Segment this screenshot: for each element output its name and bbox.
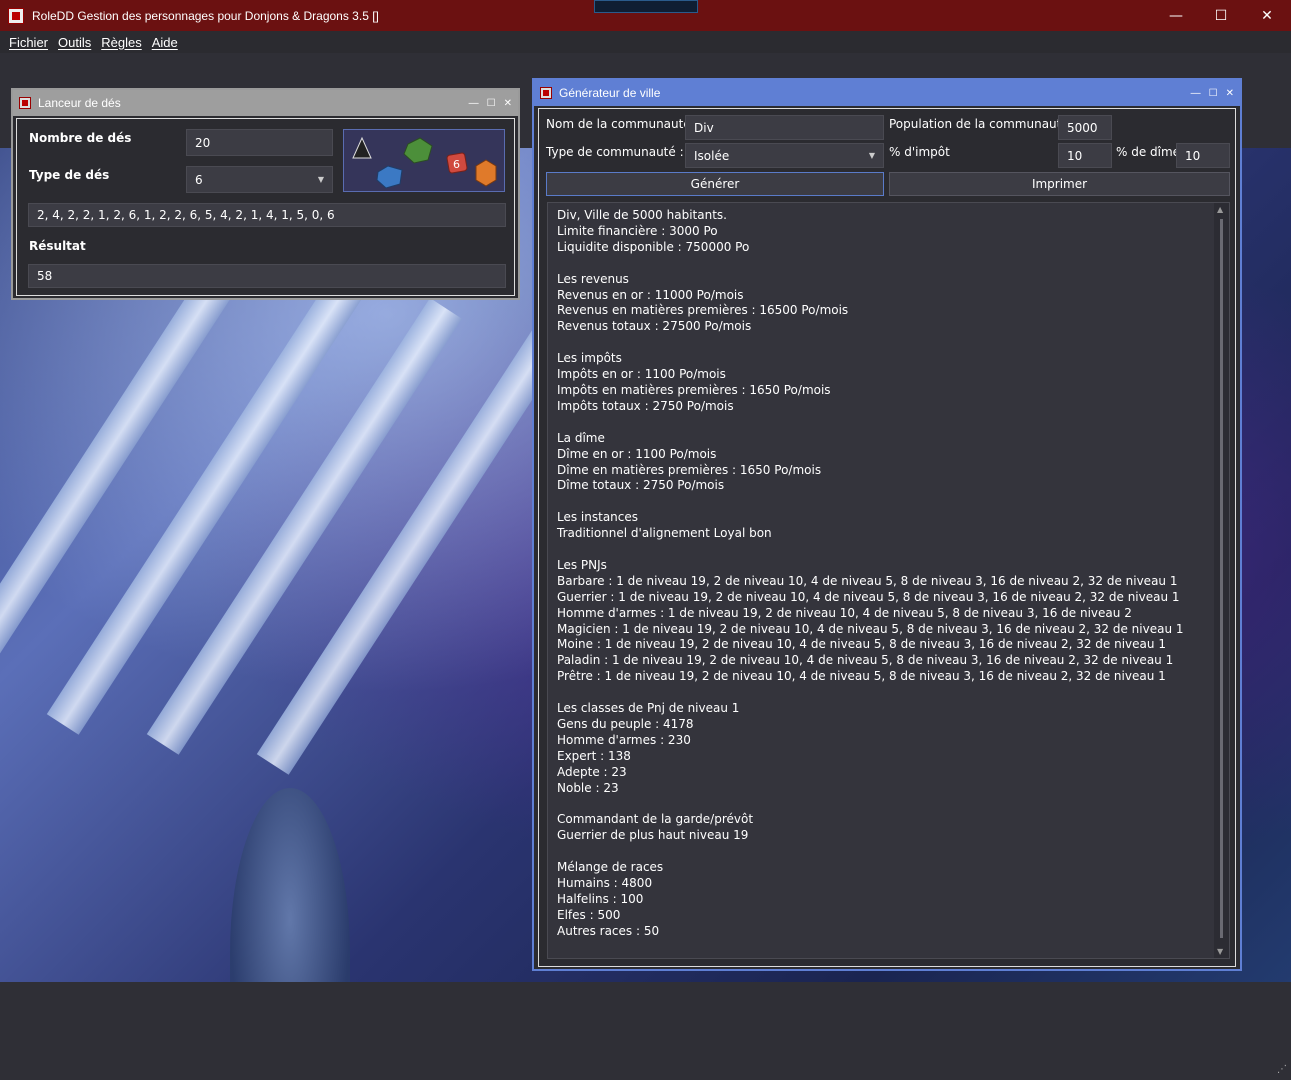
dice-maximize-button[interactable]: ☐ [487, 98, 496, 109]
app-title: RoleDD Gestion des personnages pour Donj… [32, 8, 379, 23]
town-window-titlebar: Générateur de ville — ☐ ✕ [534, 80, 1240, 106]
community-type-label: Type de communauté : [546, 145, 684, 159]
d6-red-number: 6 [453, 158, 460, 171]
dice-window-titlebar: Lanceur de dés — ☐ ✕ [13, 90, 518, 116]
d10-green-icon [403, 137, 433, 164]
dice-count-label: Nombre de dés [29, 131, 132, 145]
menu-aide[interactable]: Aide [147, 35, 183, 50]
community-name-label: Nom de la communauté : [546, 117, 699, 131]
print-button[interactable]: Imprimer [889, 172, 1230, 196]
output-scrollbar[interactable]: ▲ ▼ [1214, 203, 1229, 958]
menu-regles[interactable]: Règles [96, 35, 146, 50]
minimize-button[interactable]: — [1153, 0, 1199, 31]
roll-dice-button[interactable]: 6 [343, 129, 505, 192]
town-minimize-button[interactable]: — [1191, 88, 1201, 99]
app-logo-icon [8, 7, 24, 24]
scroll-up-icon[interactable]: ▲ [1217, 205, 1223, 214]
chevron-down-icon: ▼ [868, 151, 875, 160]
dice-window-title: Lanceur de dés [38, 96, 121, 110]
tithe-label: % de dîme [1116, 145, 1181, 159]
community-type-value: Isolée [694, 148, 730, 163]
tithe-input[interactable]: 10 [1176, 143, 1230, 168]
d20-orange-icon [475, 159, 497, 187]
town-window-title: Générateur de ville [559, 86, 661, 100]
d4-black-icon [352, 136, 372, 159]
d8-blue-icon [376, 165, 403, 189]
scroll-down-icon[interactable]: ▼ [1217, 947, 1223, 956]
population-label: Population de la communauté : [889, 117, 1077, 131]
community-name-input[interactable]: Div [685, 115, 884, 140]
generate-button[interactable]: Générer [546, 172, 884, 196]
dice-close-button[interactable]: ✕ [504, 98, 512, 109]
town-close-button[interactable]: ✕ [1226, 88, 1234, 99]
town-generator-window: Générateur de ville — ☐ ✕ Nom de la comm… [532, 78, 1242, 971]
menu-fichier[interactable]: Fichier [4, 35, 53, 50]
dice-minimize-button[interactable]: — [469, 98, 479, 109]
tax-input[interactable]: 10 [1058, 143, 1112, 168]
town-window-content: Nom de la communauté : Div Population de… [538, 108, 1236, 967]
dice-roller-window: Lanceur de dés — ☐ ✕ Nombre de dés 20 Ty… [11, 88, 520, 300]
menu-outils[interactable]: Outils [53, 35, 96, 50]
result-output: 58 [28, 264, 506, 288]
town-maximize-button[interactable]: ☐ [1209, 88, 1218, 99]
tax-label: % d'impôt [889, 145, 950, 159]
result-label: Résultat [29, 239, 86, 253]
dice-window-content: Nombre de dés 20 Type de dés 6 ▼ 6 2, 4,… [16, 118, 515, 296]
population-input[interactable]: 5000 [1058, 115, 1112, 140]
maximize-button[interactable]: ☐ [1198, 0, 1244, 31]
town-output-text[interactable]: Div, Ville de 5000 habitants. Limite fin… [547, 202, 1230, 959]
resize-grip-icon[interactable]: ⋰ [1275, 1064, 1287, 1076]
chevron-down-icon: ▼ [317, 175, 324, 184]
dice-rolls-output: 2, 4, 2, 2, 1, 2, 6, 1, 2, 2, 6, 5, 4, 2… [28, 203, 506, 227]
community-type-select[interactable]: Isolée ▼ [685, 143, 884, 168]
dice-window-icon [19, 97, 31, 109]
scroll-thumb[interactable] [1220, 219, 1223, 938]
taskbar-preview [594, 0, 698, 13]
workspace-bottom [0, 982, 1291, 1080]
dice-type-label: Type de dés [29, 168, 110, 182]
dice-count-input[interactable]: 20 [186, 129, 333, 156]
dice-type-select[interactable]: 6 ▼ [186, 166, 333, 193]
close-button[interactable]: ✕ [1244, 0, 1290, 31]
menu-bar: Fichier Outils Règles Aide [0, 31, 1291, 53]
town-window-icon [540, 87, 552, 99]
dice-type-value: 6 [195, 172, 203, 187]
